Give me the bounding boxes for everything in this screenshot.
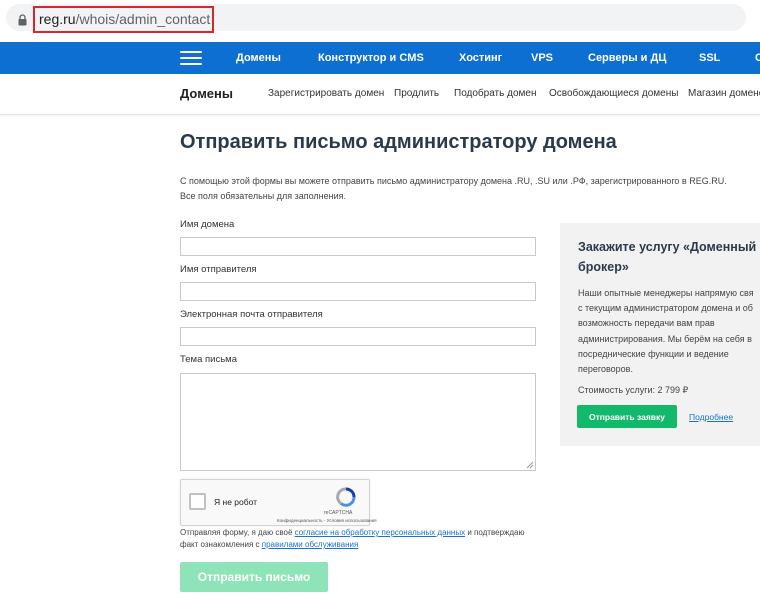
url-host: reg.ru: [39, 11, 76, 27]
recaptcha-widget: Я не робот reCAPTCHA Конфиденциальность …: [180, 479, 377, 526]
page-title: Отправить письмо администратору домена: [180, 131, 617, 153]
sender-email-label: Электронная почта отправителя: [180, 309, 323, 320]
subject-label: Тема письма: [180, 354, 237, 365]
recaptcha-label: Я не робот: [214, 497, 258, 507]
topnav-item-domains[interactable]: Домены: [236, 42, 281, 74]
sub-nav: Домены Зарегистрировать домен Продлить П…: [0, 74, 760, 115]
lock-icon: [18, 14, 27, 26]
domain-label: Имя домена: [180, 219, 235, 230]
browser-address-bar: reg.ru/whois/admin_contact: [0, 0, 760, 36]
recaptcha-logo-icon: [336, 487, 356, 507]
topnav-item-vps[interactable]: VPS: [531, 42, 553, 74]
subnav-item-renew[interactable]: Продлить: [394, 74, 439, 114]
consent-text: Отправляя форму, я даю своё согласие на …: [180, 527, 540, 551]
sender-email-input[interactable]: [180, 327, 536, 346]
consent-rules-link[interactable]: правилами обслуживания: [262, 540, 359, 549]
url-field[interactable]: reg.ru/whois/admin_contact: [6, 4, 746, 33]
top-nav: Домены Конструктор и CMS Хостинг VPS Сер…: [0, 42, 760, 74]
subnav-item-shop[interactable]: Магазин доменов: [688, 74, 760, 114]
promo-more-link[interactable]: Подробнее: [689, 412, 733, 422]
subnav-item-register[interactable]: Зарегистрировать домен: [268, 74, 384, 114]
promo-text: Наши опытные менеджеры напрямую свя с те…: [578, 288, 754, 375]
recaptcha-brand: reCAPTCHA: [324, 510, 353, 516]
promo-price: Стоимость услуги: 2 799 ₽: [578, 385, 689, 395]
subnav-item-expiring[interactable]: Освобождающиеся домены: [549, 74, 678, 114]
subject-textarea[interactable]: [180, 373, 536, 471]
topnav-item-more[interactable]: С: [755, 42, 760, 74]
promo-title: Закажите услугу «Доменный брокер»: [578, 240, 757, 274]
recaptcha-checkbox[interactable]: [189, 493, 206, 510]
subnav-title[interactable]: Домены: [180, 74, 233, 114]
sender-name-input[interactable]: [180, 282, 536, 301]
topnav-item-servers[interactable]: Серверы и ДЦ: [588, 42, 666, 74]
url-highlight[interactable]: reg.ru/whois/admin_contact: [33, 6, 214, 33]
send-request-button[interactable]: Отправить заявку: [577, 405, 677, 428]
recaptcha-links[interactable]: Конфиденциальность - Условия использован…: [277, 518, 377, 523]
consent-prefix: Отправляя форму, я даю своё: [180, 528, 295, 537]
url-path: /whois/admin_contact: [75, 11, 211, 27]
intro-line-2: Все поля обязательны для заполнения.: [180, 191, 346, 201]
consent-personal-data-link[interactable]: согласие на обработку персональных данны…: [295, 528, 465, 537]
domain-input[interactable]: [180, 237, 536, 256]
broker-promo-card: Закажите услугу «Доменный брокер» Наши о…: [560, 223, 760, 446]
topnav-item-constructor[interactable]: Конструктор и CMS: [318, 42, 424, 74]
resize-handle-icon[interactable]: [526, 461, 534, 469]
subnav-item-pick[interactable]: Подобрать домен: [454, 74, 536, 114]
send-letter-button[interactable]: Отправить письмо: [180, 562, 328, 592]
menu-icon[interactable]: [180, 51, 202, 65]
sender-name-label: Имя отправителя: [180, 264, 257, 275]
intro-text: С помощью этой формы вы можете отправить…: [180, 174, 760, 204]
intro-line-1: С помощью этой формы вы можете отправить…: [180, 176, 727, 186]
topnav-item-ssl[interactable]: SSL: [699, 42, 720, 74]
topnav-item-hosting[interactable]: Хостинг: [459, 42, 502, 74]
